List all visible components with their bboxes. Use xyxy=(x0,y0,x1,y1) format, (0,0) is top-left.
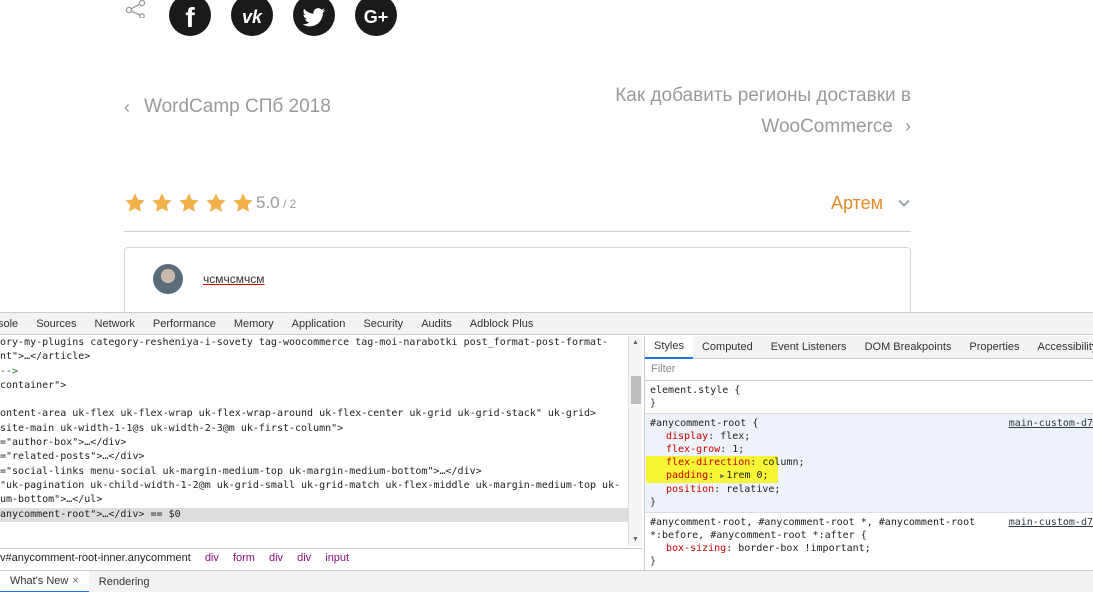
tab-application[interactable]: Application xyxy=(283,313,355,335)
breadcrumb-item[interactable]: v#anycomment-root-inner.anycomment xyxy=(0,552,191,564)
css-rule-box-sizing[interactable]: #anycomment-root, #anycomment-root *, #a… xyxy=(645,513,1093,570)
breadcrumb-item[interactable]: div xyxy=(297,552,311,564)
rule-closing-brace: } xyxy=(650,497,657,508)
tab-console[interactable]: sole xyxy=(0,313,27,335)
element-style-rule[interactable]: element.style { } xyxy=(645,381,1093,414)
tab-accessibility[interactable]: Accessibility xyxy=(1029,336,1093,359)
breadcrumb-item[interactable]: form xyxy=(233,552,255,564)
elements-scrollbar[interactable]: ▲ ▼ xyxy=(628,336,642,546)
dom-comment-line[interactable]: --> xyxy=(0,365,642,379)
rating-summary: 5.0 / 2 xyxy=(256,193,297,212)
css-rule-anycomment-root[interactable]: #anycomment-root { main-custom-d7 displa… xyxy=(645,414,1093,513)
next-post-title-line1: Как добавить регионы доставки в xyxy=(615,85,911,106)
comment-card: чсмчсмчсм xyxy=(124,247,911,312)
breadcrumb-item[interactable]: input xyxy=(325,552,349,564)
tab-memory[interactable]: Memory xyxy=(225,313,283,335)
chevron-down-icon[interactable] xyxy=(897,196,911,210)
styles-sidebar: Styles Computed Event Listeners DOM Brea… xyxy=(644,336,1093,570)
css-declaration[interactable]: display: flex; xyxy=(650,430,1089,443)
tab-security[interactable]: Security xyxy=(354,313,412,335)
dom-node-line[interactable] xyxy=(0,393,642,407)
drawer-tab-whats-new[interactable]: What's New × xyxy=(0,571,89,592)
dom-node-line[interactable]: ="social-links menu-social uk-margin-med… xyxy=(0,465,642,479)
scrollbar-thumb[interactable] xyxy=(631,376,641,404)
rating-stars[interactable] xyxy=(124,192,259,214)
tab-styles[interactable]: Styles xyxy=(645,336,693,359)
rule-selector-cont: *:before, #anycomment-root *:after { xyxy=(650,530,867,541)
dom-node-line[interactable]: ="related-posts">…</div> xyxy=(0,450,642,464)
tab-computed[interactable]: Computed xyxy=(693,336,762,359)
dom-node-line[interactable]: nt">…</article> xyxy=(0,350,642,364)
rule-source-link[interactable]: main-custom-d7 xyxy=(1009,417,1093,430)
webpage: f vk G+ ‹ WordCamp СПб 2018 Как добавить… xyxy=(0,0,1093,312)
star-icon[interactable] xyxy=(124,192,146,214)
dom-node-line[interactable]: "uk-pagination uk-child-width-1-2@m uk-g… xyxy=(0,479,642,493)
facebook-icon[interactable]: f xyxy=(169,0,211,36)
rule-closing-brace: } xyxy=(650,556,657,567)
tab-dom-breakpoints[interactable]: DOM Breakpoints xyxy=(856,336,961,359)
expand-triangle-icon[interactable]: ▶ xyxy=(720,472,724,480)
css-declaration-highlighted[interactable]: flex-direction: column; xyxy=(646,456,805,469)
dom-node-line-selected[interactable]: anycomment-root">…</div> == $0 xyxy=(0,507,642,522)
tab-audits[interactable]: Audits xyxy=(412,313,461,335)
styles-filter-input[interactable]: Filter xyxy=(645,359,1093,381)
tab-event-listeners[interactable]: Event Listeners xyxy=(762,336,856,359)
rating-value: 5.0 xyxy=(256,193,280,212)
scroll-down-icon[interactable]: ▼ xyxy=(632,536,639,543)
dom-node-line[interactable]: ontent-area uk-flex uk-flex-wrap uk-flex… xyxy=(0,407,642,421)
css-declaration-highlighted[interactable]: padding: ▶ 1rem 0; xyxy=(646,469,778,483)
prev-post-title: WordCamp СПб 2018 xyxy=(144,96,331,117)
dom-node-line[interactable]: um-bottom">…</ul> xyxy=(0,493,642,507)
twitter-icon[interactable] xyxy=(293,0,335,36)
devtools-panel: sole Sources Network Performance Memory … xyxy=(0,312,1093,592)
dom-node-line[interactable]: ory-my-plugins category-resheniya-i-sove… xyxy=(0,336,642,350)
dom-node-line[interactable]: ="author-box">…</div> xyxy=(0,436,642,450)
css-declaration[interactable]: position: relative; xyxy=(650,483,1089,496)
css-declaration[interactable]: flex-grow: 1; xyxy=(650,443,1089,456)
rating-count: 2 xyxy=(289,197,297,211)
next-post-link[interactable]: Как добавить регионы доставки в WooComme… xyxy=(591,80,911,142)
avatar[interactable] xyxy=(153,264,183,294)
vk-icon[interactable]: vk xyxy=(231,0,273,36)
google-plus-icon[interactable]: G+ xyxy=(355,0,397,36)
dom-node-line[interactable]: container"> xyxy=(0,379,642,393)
rule-selector: element.style { xyxy=(650,385,741,396)
star-icon[interactable] xyxy=(205,192,227,214)
breadcrumb-item[interactable]: div xyxy=(205,552,219,564)
elements-tree[interactable]: ory-my-plugins category-resheniya-i-sove… xyxy=(0,336,642,546)
star-icon[interactable] xyxy=(178,192,200,214)
devtools-drawer: What's New × Rendering xyxy=(0,570,1093,592)
tab-adblock-plus[interactable]: Adblock Plus xyxy=(461,313,543,335)
tab-properties[interactable]: Properties xyxy=(960,336,1028,359)
star-icon[interactable] xyxy=(151,192,173,214)
css-declaration[interactable]: box-sizing: border-box !important; xyxy=(650,542,1089,555)
dom-breadcrumbs: v#anycomment-root-inner.anycomment div f… xyxy=(0,548,642,568)
comment-username[interactable]: чсмчсмчсм xyxy=(203,272,265,286)
next-post-title-line2: WooCommerce xyxy=(761,116,893,137)
tab-sources[interactable]: Sources xyxy=(27,313,85,335)
rule-source-link[interactable]: main-custom-d7 xyxy=(1009,516,1093,529)
share-icon[interactable] xyxy=(124,0,148,18)
screen: f vk G+ ‹ WordCamp СПб 2018 Как добавить… xyxy=(0,0,1093,592)
drawer-tab-rendering[interactable]: Rendering xyxy=(89,571,160,592)
rule-closing-brace: } xyxy=(650,398,657,409)
close-icon[interactable]: × xyxy=(72,575,78,587)
dom-node-line[interactable]: site-main uk-width-1-1@s uk-width-2-3@m … xyxy=(0,422,642,436)
chevron-left-icon: ‹ xyxy=(124,96,130,117)
prev-post-link[interactable]: ‹ WordCamp СПб 2018 xyxy=(124,96,331,118)
tab-performance[interactable]: Performance xyxy=(144,313,225,335)
styles-tabbar: Styles Computed Event Listeners DOM Brea… xyxy=(645,336,1093,359)
chevron-right-icon: › xyxy=(905,116,911,136)
rule-selector: #anycomment-root, #anycomment-root *, #a… xyxy=(650,517,976,528)
devtools-tabbar: sole Sources Network Performance Memory … xyxy=(0,313,1093,335)
star-icon[interactable] xyxy=(232,192,254,214)
scroll-up-icon[interactable]: ▲ xyxy=(632,339,639,346)
tab-network[interactable]: Network xyxy=(86,313,144,335)
divider xyxy=(124,231,911,232)
breadcrumb-item[interactable]: div xyxy=(269,552,283,564)
author-name[interactable]: Артем xyxy=(831,193,883,214)
